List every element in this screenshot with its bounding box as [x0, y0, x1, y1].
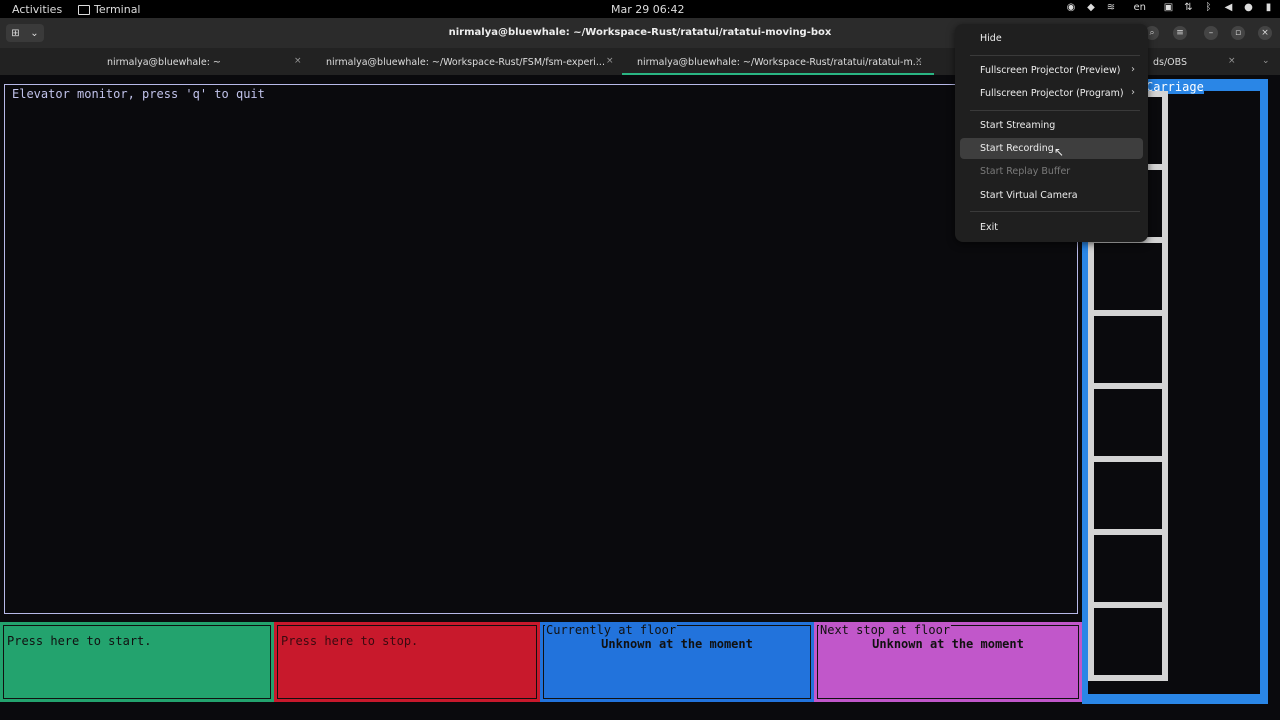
- floor-cell: [1088, 529, 1168, 608]
- network-icon[interactable]: ⇅: [1183, 2, 1194, 13]
- menu-separator: [970, 211, 1140, 212]
- minimize-button[interactable]: –: [1204, 26, 1218, 40]
- stop-panel[interactable]: Press here to stop.: [274, 622, 540, 702]
- close-button[interactable]: ×: [1258, 26, 1272, 40]
- obs-tray-context-menu: Hide Fullscreen Projector (Preview) › Fu…: [955, 24, 1148, 242]
- menu-item-start-recording[interactable]: Start Recording: [960, 138, 1143, 159]
- menu-item-start-replay-buffer: Start Replay Buffer: [960, 161, 1143, 182]
- maximize-button[interactable]: ▫: [1231, 26, 1245, 40]
- menu-separator: [970, 55, 1140, 56]
- obs-tray-icon[interactable]: ◉: [1066, 2, 1077, 13]
- app-menu-terminal[interactable]: Terminal: [78, 3, 141, 16]
- tab-close-icon[interactable]: ×: [1228, 56, 1236, 66]
- activities-button[interactable]: Activities: [12, 3, 62, 16]
- microphone-icon[interactable]: ●: [1243, 2, 1254, 13]
- app-name-label: Terminal: [94, 3, 141, 16]
- start-button-label: Press here to start.: [7, 634, 152, 648]
- tab-close-icon[interactable]: ×: [294, 56, 302, 66]
- tab-label: nirmalya@bluewhale: ~: [107, 57, 221, 68]
- menu-item-label: Fullscreen Projector (Preview): [980, 65, 1121, 76]
- wifi-icon[interactable]: ≋: [1106, 2, 1117, 13]
- tab-label: ds/OBS: [1153, 57, 1188, 68]
- battery-icon[interactable]: ▮: [1263, 2, 1274, 13]
- menu-item-projector-program[interactable]: Fullscreen Projector (Program) ›: [960, 83, 1143, 104]
- tab-label: nirmalya@bluewhale: ~/Workspace-Rust/FSM…: [326, 57, 605, 68]
- keyboard-language[interactable]: en: [1126, 2, 1155, 13]
- tab-ratatui-moving-box[interactable]: nirmalya@bluewhale: ~/Workspace-Rust/rat…: [622, 48, 934, 75]
- menu-item-label: Exit: [980, 222, 998, 233]
- current-floor-panel: Currently at floor Unknown at the moment: [540, 622, 814, 702]
- terminal-icon: [78, 4, 90, 15]
- app-tray-icon[interactable]: ◆: [1086, 2, 1097, 13]
- chevron-right-icon: ›: [1131, 64, 1135, 75]
- menu-item-label: Fullscreen Projector (Program): [980, 88, 1124, 99]
- monitor-title: Elevator monitor, press 'q' to quit: [12, 87, 265, 101]
- menu-item-start-streaming[interactable]: Start Streaming: [960, 115, 1143, 136]
- floor-cell: [1088, 456, 1168, 535]
- menu-item-projector-preview[interactable]: Fullscreen Projector (Preview) ›: [960, 60, 1143, 81]
- floor-cell: [1088, 237, 1168, 316]
- menu-item-hide[interactable]: Hide: [960, 28, 1143, 49]
- chevron-right-icon: ›: [1131, 87, 1135, 98]
- floor-cell: [1088, 383, 1168, 462]
- tab-home[interactable]: nirmalya@bluewhale: ~ ×: [0, 48, 310, 75]
- next-stop-panel: Next stop at floor Unknown at the moment: [814, 622, 1082, 702]
- floor-cell: [1088, 602, 1168, 681]
- next-stop-value: Unknown at the moment: [872, 637, 1024, 651]
- start-panel[interactable]: Press here to start.: [0, 622, 274, 702]
- tab-close-icon[interactable]: ×: [915, 56, 923, 66]
- floor-cell: [1088, 310, 1168, 389]
- tab-close-icon[interactable]: ×: [606, 56, 614, 66]
- stop-button-label: Press here to stop.: [281, 634, 419, 648]
- tab-label: nirmalya@bluewhale: ~/Workspace-Rust/rat…: [637, 57, 922, 68]
- next-stop-title: Next stop at floor: [819, 623, 952, 637]
- mouse-pointer-icon: ↖: [1054, 145, 1065, 159]
- clock[interactable]: Mar 29 06:42: [611, 3, 684, 16]
- menu-item-label: Start Virtual Camera: [980, 190, 1078, 201]
- current-floor-value: Unknown at the moment: [601, 637, 753, 651]
- elevator-monitor-box: Elevator monitor, press 'q' to quit: [4, 84, 1078, 614]
- current-floor-title: Currently at floor: [545, 623, 678, 637]
- menu-item-start-virtual-camera[interactable]: Start Virtual Camera: [960, 185, 1143, 206]
- bluetooth-icon[interactable]: ᛒ: [1203, 2, 1214, 13]
- chevron-down-icon[interactable]: ⌄: [1262, 56, 1270, 66]
- menu-icon[interactable]: ≡: [1173, 26, 1187, 40]
- menu-item-exit[interactable]: Exit: [960, 217, 1143, 238]
- menu-item-label: Start Replay Buffer: [980, 166, 1071, 177]
- system-top-bar: Activities Terminal Mar 29 06:42 ◉ ◆ ≋ e…: [0, 0, 1280, 18]
- volume-icon[interactable]: ◀: [1223, 2, 1234, 13]
- menu-item-label: Start Streaming: [980, 120, 1056, 131]
- menu-separator: [970, 110, 1140, 111]
- tab-fsm-experiments[interactable]: nirmalya@bluewhale: ~/Workspace-Rust/FSM…: [310, 48, 622, 75]
- menu-item-label: Hide: [980, 33, 1002, 44]
- system-tray: ◉ ◆ ≋ en ▣ ⇅ ᛒ ◀ ● ▮: [1066, 2, 1275, 13]
- screen-share-icon[interactable]: ▣: [1163, 2, 1174, 13]
- menu-item-label: Start Recording: [980, 143, 1054, 154]
